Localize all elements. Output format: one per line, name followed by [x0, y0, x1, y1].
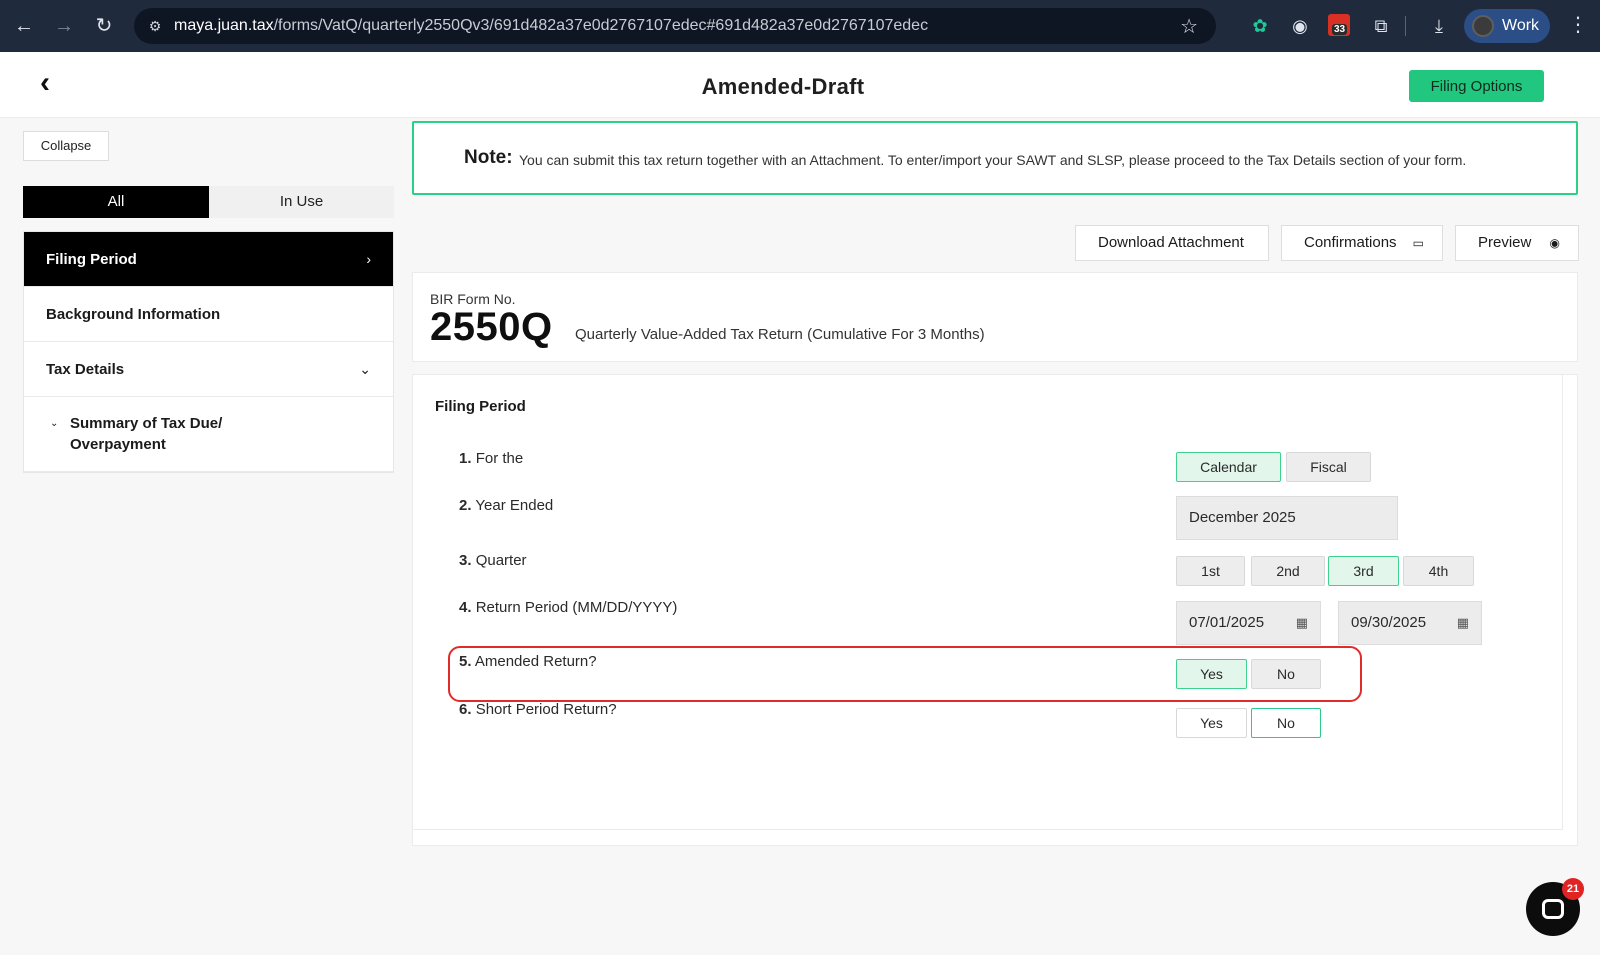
- chevron-down-icon: ⌄: [50, 418, 59, 429]
- folder-icon: ▭: [1412, 236, 1424, 250]
- note-label: Note:: [464, 147, 513, 168]
- note-banner: Note: You can submit this tax return tog…: [412, 121, 1578, 195]
- form-number: 2550Q: [430, 305, 553, 349]
- profile-label: Work: [1502, 17, 1540, 34]
- short-period-yes-option[interactable]: Yes: [1176, 708, 1247, 738]
- note-text: You can submit this tax return together …: [519, 152, 1467, 168]
- sidebar-item-label: Filing Period: [46, 251, 137, 268]
- sidebar-item-summary-of-tax-due[interactable]: ⌄ Summary of Tax Due/ Overpayment: [24, 397, 393, 472]
- download-attachment-label: Download Attachment: [1098, 234, 1244, 251]
- field-label-year-ended: 2. Year Ended: [459, 497, 554, 514]
- return-period-to-field[interactable]: 09/30/2025 ▦: [1338, 601, 1482, 645]
- chevron-down-icon: ⌄: [359, 361, 371, 377]
- extensions-puzzle-icon[interactable]: ⧉: [1368, 13, 1394, 39]
- field-label-for-the: 1. For the: [459, 450, 524, 467]
- form-header-card: BIR Form No. 2550Q Quarterly Value-Added…: [412, 272, 1578, 362]
- profile-chip[interactable]: Work: [1464, 9, 1550, 43]
- sidebar-item-label: Background Information: [46, 306, 221, 323]
- chatgpt-extension-icon[interactable]: ✿: [1247, 13, 1273, 39]
- sidebar-item-label: Summary of Tax Due/ Overpayment: [70, 415, 223, 453]
- chevron-right-icon: ›: [366, 251, 371, 267]
- calendar-option[interactable]: Calendar: [1176, 452, 1281, 482]
- section-title: Filing Period: [435, 398, 526, 415]
- more-menu-icon[interactable]: ⋮: [1568, 12, 1588, 37]
- fiscal-option[interactable]: Fiscal: [1286, 452, 1371, 482]
- download-icon[interactable]: ⤓: [1426, 13, 1452, 39]
- field-label-short-period-return: 6. Short Period Return?: [459, 701, 617, 718]
- sidebar-item-filing-period[interactable]: Filing Period ›: [24, 232, 393, 287]
- site-settings-icon[interactable]: ⚙: [144, 16, 166, 36]
- confirmations-button[interactable]: Confirmations ▭: [1281, 225, 1443, 261]
- address-bar[interactable]: ⚙ maya.juan.tax/forms/VatQ/quarterly2550…: [134, 8, 1216, 44]
- camera-extension-icon[interactable]: ◉: [1287, 13, 1313, 39]
- toolbar-divider: [1405, 16, 1406, 36]
- preview-button[interactable]: Preview ◉: [1455, 225, 1579, 261]
- preview-label: Preview: [1478, 234, 1532, 251]
- chat-widget-button[interactable]: 21: [1526, 878, 1584, 936]
- filing-options-button[interactable]: Filing Options: [1409, 70, 1544, 102]
- url-text[interactable]: maya.juan.tax/forms/VatQ/quarterly2550Qv…: [174, 17, 928, 35]
- return-period-from-value: 07/01/2025: [1189, 614, 1265, 631]
- calendar-extension-icon[interactable]: 33: [1328, 14, 1350, 36]
- tab-all[interactable]: All: [23, 186, 209, 218]
- calendar-badge: 33: [1332, 24, 1348, 35]
- quarter-1st-option[interactable]: 1st: [1176, 556, 1245, 586]
- avatar: [1472, 15, 1494, 37]
- sidebar-menu: Filing Period › Background Information T…: [23, 231, 394, 473]
- form-description: Quarterly Value-Added Tax Return (Cumula…: [575, 326, 985, 343]
- amended-no-option[interactable]: No: [1251, 659, 1321, 689]
- collapse-button[interactable]: Collapse: [23, 131, 109, 161]
- confirmations-label: Confirmations: [1304, 234, 1397, 251]
- sidebar-item-label: Tax Details: [46, 361, 125, 378]
- chat-bubble-icon: [1542, 899, 1564, 919]
- short-period-no-option[interactable]: No: [1251, 708, 1321, 738]
- quarter-2nd-option[interactable]: 2nd: [1251, 556, 1325, 586]
- calendar-icon[interactable]: ▦: [1296, 602, 1308, 644]
- forward-arrow-icon[interactable]: →: [52, 14, 76, 38]
- url-path: /forms/VatQ/quarterly2550Qv3/691d482a37e…: [273, 17, 929, 34]
- url-domain: maya.juan.tax: [174, 17, 274, 34]
- sidebar-item-background-information[interactable]: Background Information: [24, 287, 393, 342]
- download-attachment-button[interactable]: Download Attachment: [1075, 225, 1269, 261]
- field-label-return-period: 4. Return Period (MM/DD/YYYY): [459, 599, 678, 616]
- bookmark-star-icon[interactable]: ☆: [1180, 14, 1198, 39]
- return-period-from-field[interactable]: 07/01/2025 ▦: [1176, 601, 1321, 645]
- reload-icon[interactable]: ↻: [92, 14, 116, 38]
- app-header: ‹ Amended-Draft Filing Options: [0, 52, 1600, 118]
- browser-toolbar: ← → ↻ ⚙ maya.juan.tax/forms/VatQ/quarter…: [0, 0, 1600, 52]
- back-arrow-icon[interactable]: ←: [12, 14, 36, 38]
- calendar-icon[interactable]: ▦: [1457, 602, 1469, 644]
- chat-unread-badge: 21: [1562, 878, 1584, 900]
- field-label-quarter: 3. Quarter: [459, 552, 527, 569]
- tab-in-use[interactable]: In Use: [209, 186, 394, 218]
- eye-icon: ◉: [1549, 236, 1560, 250]
- quarter-3rd-option[interactable]: 3rd: [1328, 556, 1399, 586]
- year-ended-field[interactable]: December 2025: [1176, 496, 1398, 540]
- quarter-4th-option[interactable]: 4th: [1403, 556, 1474, 586]
- sidebar-item-tax-details[interactable]: Tax Details ⌄: [24, 342, 393, 397]
- page-title: Amended-Draft: [701, 74, 865, 99]
- amended-yes-option[interactable]: Yes: [1176, 659, 1247, 689]
- return-period-to-value: 09/30/2025: [1351, 614, 1427, 631]
